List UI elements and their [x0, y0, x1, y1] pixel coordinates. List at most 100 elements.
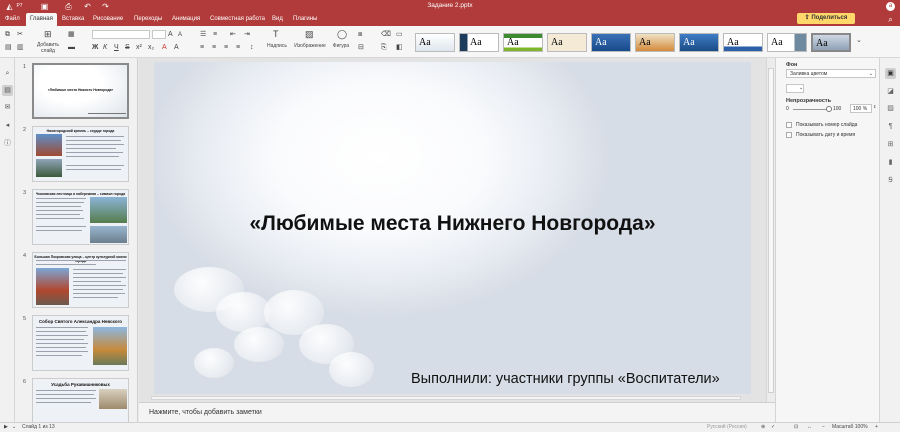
- theme-7[interactable]: Aa: [679, 33, 719, 52]
- indent-icon[interactable]: ⇤: [230, 31, 236, 39]
- textart-settings-icon[interactable]: Ꞩ: [885, 175, 896, 186]
- info-icon[interactable]: ⓘ: [2, 138, 13, 149]
- copy-style-icon[interactable]: ⎘: [381, 44, 387, 52]
- italic-icon[interactable]: К: [103, 44, 107, 52]
- horizontal-scroll-thumb[interactable]: [151, 396, 741, 400]
- search-icon[interactable]: ⌕: [2, 68, 13, 79]
- play-options-icon[interactable]: ⌄: [12, 423, 16, 432]
- slide-thumbnail-4[interactable]: Большая Покровская улица – центр культур…: [32, 252, 129, 308]
- zoom-in-icon[interactable]: +: [875, 423, 878, 432]
- fill-color-button[interactable]: ⌄: [786, 84, 804, 93]
- show-number-checkbox[interactable]: [786, 122, 792, 128]
- align-center-icon[interactable]: ≡: [212, 44, 216, 52]
- spinner-icon[interactable]: ⇕: [873, 104, 876, 109]
- shape-icon[interactable]: ◯: [337, 30, 347, 39]
- image-icon[interactable]: ▨: [305, 30, 314, 39]
- shrink-font-icon[interactable]: A: [178, 31, 182, 39]
- slide[interactable]: «Любимые места Нижнего Новгорода» Выполн…: [154, 62, 751, 394]
- speaker-icon[interactable]: ◂: [2, 120, 13, 131]
- theme-6[interactable]: Aa: [635, 33, 675, 52]
- strike-icon[interactable]: S: [125, 44, 130, 52]
- bold-icon[interactable]: Ж: [92, 44, 98, 52]
- justify-icon[interactable]: ≡: [236, 44, 240, 52]
- themes-more-icon[interactable]: ⌄: [856, 37, 862, 45]
- slide-subtitle[interactable]: Выполнили: участники группы «Воспитатели…: [411, 371, 741, 387]
- clear-style-icon[interactable]: ⌫: [381, 31, 391, 39]
- copy-icon[interactable]: ⧉: [5, 31, 10, 39]
- slide-thumbnail-6[interactable]: Усадьба Рукавишниковых: [32, 378, 129, 422]
- line-spacing-icon[interactable]: ↕: [250, 44, 254, 52]
- outdent-icon[interactable]: ⇥: [244, 31, 250, 39]
- font-color-icon[interactable]: A: [162, 44, 167, 52]
- theme-8[interactable]: Aa: [723, 33, 763, 52]
- zoom-out-icon[interactable]: −: [822, 423, 825, 432]
- table-settings-icon[interactable]: ⊞: [885, 139, 896, 150]
- caption-icon[interactable]: T: [273, 30, 279, 39]
- theme-4[interactable]: Aa: [547, 33, 587, 52]
- menu-animation[interactable]: Анимация: [168, 13, 204, 26]
- fit-slide-icon[interactable]: ⊡: [794, 423, 798, 432]
- slide-thumbnail-2[interactable]: Нижегородский кремль – сердце города: [32, 126, 129, 182]
- fit-width-icon[interactable]: ↔: [807, 423, 812, 432]
- menu-plugins[interactable]: Плагины: [289, 13, 321, 26]
- opacity-input[interactable]: 100 %: [850, 104, 872, 113]
- slides-icon[interactable]: ▤: [2, 85, 13, 96]
- arrange-icon[interactable]: ⧈: [358, 31, 362, 39]
- slide-canvas[interactable]: «Любимые места Нижнего Новгорода» Выполн…: [139, 58, 766, 402]
- image-button[interactable]: Изображение: [291, 43, 329, 49]
- search-icon[interactable]: ⌕: [886, 15, 895, 24]
- font-family-select[interactable]: [92, 30, 150, 39]
- menu-file[interactable]: Файл: [1, 13, 24, 26]
- theme-5[interactable]: Aa: [591, 33, 631, 52]
- theme-3[interactable]: Aa: [503, 33, 543, 52]
- slide-size-icon[interactable]: ▭: [396, 31, 403, 39]
- align-right-icon[interactable]: ≡: [224, 44, 228, 52]
- theme-9[interactable]: Aa: [767, 33, 807, 52]
- subscript-icon[interactable]: x₂: [148, 44, 154, 52]
- slide-settings-icon[interactable]: ▣: [885, 68, 896, 79]
- color-scheme-icon[interactable]: ◧: [396, 44, 403, 52]
- vertical-scrollbar[interactable]: [766, 58, 775, 402]
- add-slide-button[interactable]: Добавить слайд: [35, 42, 61, 54]
- shape-button[interactable]: Фигура: [329, 43, 353, 49]
- theme-10[interactable]: Aa: [811, 33, 851, 52]
- numbering-icon[interactable]: ≡: [213, 31, 217, 39]
- language-icon[interactable]: ⊕: [761, 423, 765, 432]
- grow-font-icon[interactable]: A: [168, 31, 173, 39]
- slide-title[interactable]: «Любимые места Нижнего Новгорода»: [154, 212, 751, 236]
- chart-settings-icon[interactable]: ▮: [885, 157, 896, 168]
- font-size-select[interactable]: [152, 30, 166, 39]
- slide-thumbnail-5[interactable]: Собор Святого Александра Невского: [32, 315, 129, 371]
- language-indicator[interactable]: Русский (Россия): [707, 423, 747, 432]
- spellcheck-icon[interactable]: ✓: [771, 423, 775, 432]
- slides-panel[interactable]: 1 «Любимые места Нижнего Новгорода» 2 Ни…: [15, 58, 138, 422]
- slide-thumbnail-1[interactable]: «Любимые места Нижнего Новгорода»: [32, 63, 129, 119]
- user-avatar[interactable]: a: [886, 2, 895, 11]
- opacity-slider-handle[interactable]: [826, 106, 832, 112]
- menu-home[interactable]: Главная: [26, 13, 57, 26]
- underline-icon[interactable]: Ч: [114, 44, 119, 52]
- cut-icon[interactable]: ✂: [17, 31, 23, 39]
- menu-view[interactable]: Вид: [268, 13, 287, 26]
- menu-draw[interactable]: Рисование: [89, 13, 127, 26]
- paragraph-settings-icon[interactable]: ¶: [885, 121, 896, 132]
- menu-insert[interactable]: Вставка: [58, 13, 88, 26]
- add-slide-icon[interactable]: ⊞: [44, 30, 52, 39]
- bullets-icon[interactable]: ☰: [200, 31, 206, 39]
- image-settings-icon[interactable]: ▨: [885, 103, 896, 114]
- paste-icon[interactable]: ▤: [5, 44, 12, 52]
- menu-collaboration[interactable]: Совместная работа: [206, 13, 269, 26]
- caption-button[interactable]: Надпись: [264, 43, 290, 49]
- menu-transitions[interactable]: Переходы: [130, 13, 166, 26]
- layout-icon[interactable]: ▦: [68, 31, 75, 39]
- share-button[interactable]: ⇪ Поделиться: [797, 13, 855, 24]
- play-icon[interactable]: ▶: [4, 423, 8, 432]
- align-left-icon[interactable]: ≡: [200, 44, 204, 52]
- comments-icon[interactable]: ✉: [2, 102, 13, 113]
- theme-2[interactable]: Aa: [459, 33, 499, 52]
- horizontal-scrollbar[interactable]: [139, 394, 766, 402]
- theme-1[interactable]: Aa: [415, 33, 455, 52]
- highlight-icon[interactable]: A: [174, 44, 179, 52]
- shape-settings-icon[interactable]: ◪: [885, 86, 896, 97]
- format-painter-icon[interactable]: ▥: [17, 44, 24, 52]
